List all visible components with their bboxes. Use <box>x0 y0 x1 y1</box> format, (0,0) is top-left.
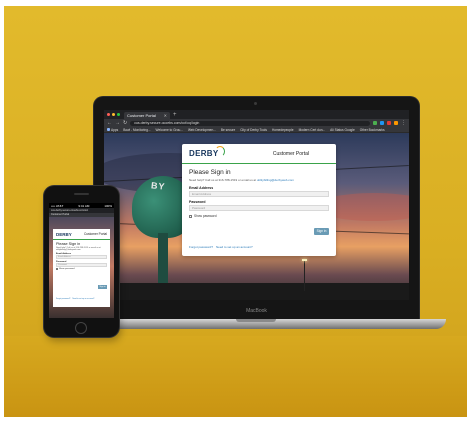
phone-account-links: Forgot password? Need to set up an accou… <box>56 298 94 300</box>
tab-close-icon[interactable]: ✕ <box>164 113 167 118</box>
phone-signin-button[interactable]: Sign in <box>98 285 107 289</box>
phone-signup-link[interactable]: Need to set up an account? <box>72 298 94 300</box>
laptop-base <box>66 319 446 329</box>
show-password-label: Show password <box>194 214 217 218</box>
phone-tab-label: Customer Portal <box>49 213 114 217</box>
reload-icon[interactable]: ↻ <box>123 120 127 126</box>
password-field[interactable]: Password <box>189 205 329 211</box>
signin-button[interactable]: Sign in <box>314 228 329 235</box>
new-tab-icon[interactable]: + <box>173 112 177 119</box>
email-field[interactable]: Email Address <box>189 191 329 197</box>
phone-login-form: Please Sign in Need help? Call us at 316… <box>53 240 110 272</box>
phone-screen: •••• AT&T 9:41 AM 100% cus.derby.secure.… <box>49 203 114 318</box>
street-lamp-light <box>302 259 307 261</box>
ground-silhouette <box>104 283 409 300</box>
bookmark-item[interactable]: Bowl - Monitoring... <box>123 128 150 132</box>
signin-heading: Please Sign in <box>189 169 231 176</box>
home-button[interactable] <box>75 322 87 334</box>
street-lamp-pole <box>304 261 305 291</box>
laptop-notch <box>236 319 276 322</box>
water-tower-lettering: BY <box>150 180 166 192</box>
status-time: 9:41 AM <box>78 203 90 208</box>
show-password-row[interactable]: Show password <box>189 214 329 218</box>
browser-toolbar: ← → ↻ cus.derby.secure.ocoebs.com/oct/oq… <box>104 119 409 127</box>
bookmark-item[interactable]: Be secure <box>221 128 235 132</box>
phone-show-password-checkbox[interactable] <box>56 268 58 270</box>
phone-device: •••• AT&T 9:41 AM 100% cus.derby.secure.… <box>44 186 119 337</box>
derby-logo: DERBY <box>189 146 225 158</box>
bookmark-item[interactable]: Modern Cert dun... <box>299 128 326 132</box>
desk-surface <box>4 336 467 417</box>
show-password-checkbox[interactable] <box>189 214 192 218</box>
address-bar[interactable]: cus.derby.secure.ocoebs.com/oct/oq/login <box>130 120 370 126</box>
window-controls[interactable] <box>107 113 120 116</box>
logo-arc-icon <box>214 146 225 157</box>
close-window-dot[interactable] <box>107 113 110 116</box>
login-form: Please Sign in Need help? Call us at 316… <box>182 164 336 223</box>
bookmark-item[interactable]: Welcome to Grou... <box>156 128 183 132</box>
extension-icon[interactable] <box>387 121 391 125</box>
account-links: Forgot password? Need to set up an accou… <box>189 245 253 249</box>
phone-help-text: Need help? Call us at 316-788-1519 or em… <box>56 247 101 251</box>
menu-kebab-icon[interactable]: ⋮ <box>401 120 406 126</box>
phone-show-password-row[interactable]: Show password <box>56 268 107 270</box>
back-arrow-icon[interactable]: ← <box>107 120 112 126</box>
password-label: Password <box>189 200 206 204</box>
product-mockup-scene: Customer Portal ✕ + ← → ↻ cus.derby.secu… <box>4 6 467 417</box>
phone-forgot-password-link[interactable]: Forgot password? <box>56 298 70 300</box>
bookmark-item[interactable]: Homedepeople <box>272 128 294 132</box>
laptop-camera <box>254 102 257 105</box>
portal-header: DERBY Customer Portal <box>182 144 336 164</box>
derby-logo: DERBY <box>56 231 72 237</box>
help-email-link[interactable]: utilitybilling@derbyweb.com <box>257 178 294 182</box>
bookmark-item[interactable]: City of Derby Tools <box>240 128 267 132</box>
email-label: Email Address <box>189 186 214 190</box>
bookmark-item[interactable]: Apps <box>107 128 118 132</box>
help-text: Need help? Call us at 316-788-1519 or em… <box>189 178 294 182</box>
maximize-window-dot[interactable] <box>117 113 120 116</box>
phone-speaker <box>74 193 89 195</box>
laptop-brand-label: MacBook <box>246 308 267 314</box>
phone-login-card: DERBY Customer Portal Please Sign in Nee… <box>53 229 110 307</box>
bookmark-item[interactable]: Ali Status Google <box>330 128 355 132</box>
browser-tab-label: Customer Portal <box>127 113 156 118</box>
login-card: DERBY Customer Portal Please Sign in Nee… <box>182 144 336 256</box>
laptop-screen: Customer Portal ✕ + ← → ↻ cus.derby.secu… <box>104 110 409 300</box>
minimize-window-dot[interactable] <box>112 113 115 116</box>
browser-tab[interactable]: Customer Portal ✕ <box>124 112 170 119</box>
signup-link[interactable]: Need to set up an account? <box>216 245 253 249</box>
forgot-password-link[interactable]: Forgot password? <box>189 245 213 249</box>
browser-tab-strip: Customer Portal ✕ + <box>104 110 409 119</box>
phone-password-field[interactable]: Password <box>56 262 107 267</box>
extension-icon[interactable] <box>380 121 384 125</box>
carrier-signal: •••• AT&T <box>51 203 64 208</box>
extension-icon[interactable] <box>373 121 377 125</box>
forward-arrow-icon[interactable]: → <box>115 120 120 126</box>
portal-title: Customer Portal <box>272 150 309 157</box>
phone-portal-header: DERBY Customer Portal <box>53 229 110 240</box>
page-viewport: BY DERBY Customer Portal Please Sign in <box>104 133 409 300</box>
extension-icon[interactable] <box>394 121 398 125</box>
phone-email-field[interactable]: Email Address <box>56 255 107 259</box>
bookmark-item[interactable]: Web Developmen... <box>188 128 216 132</box>
phone-signin-heading: Please Sign in <box>56 242 81 246</box>
battery-level: 100% <box>104 203 112 208</box>
phone-show-password-label: Show password <box>59 268 75 270</box>
apps-grid-icon <box>107 128 110 131</box>
bookmark-item[interactable]: Other Bookmarks <box>360 128 385 132</box>
phone-portal-title: Customer Portal <box>83 232 107 236</box>
laptop-lid: Customer Portal ✕ + ← → ↻ cus.derby.secu… <box>94 97 419 319</box>
